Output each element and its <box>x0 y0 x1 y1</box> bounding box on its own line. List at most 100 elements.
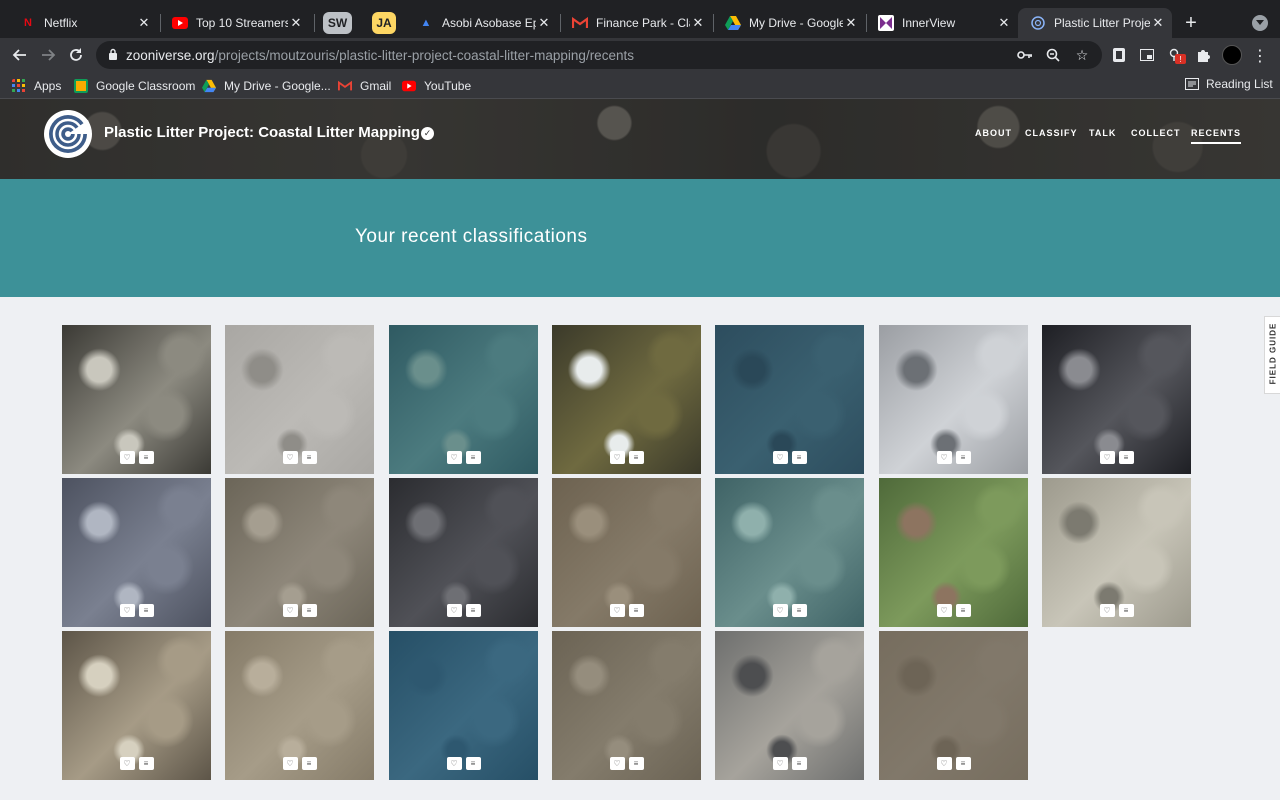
classification-card[interactable]: ♡ ≡ <box>552 478 701 627</box>
add-to-collection-icon[interactable]: ≡ <box>955 604 971 617</box>
close-icon[interactable]: ✕ <box>690 15 706 31</box>
tab-netflix[interactable]: N Netflix ✕ <box>8 8 158 38</box>
classification-card[interactable]: ♡ ≡ <box>1042 478 1191 627</box>
classification-card[interactable]: ♡ ≡ <box>879 325 1028 474</box>
puzzle-icon[interactable] <box>1195 47 1211 63</box>
back-button[interactable] <box>8 43 32 67</box>
tab-asobi-asobase[interactable]: ▲ Asobi Asobase Epi ✕ <box>406 8 558 38</box>
close-icon[interactable]: ✕ <box>843 15 859 31</box>
profile-avatar[interactable] <box>1222 45 1242 65</box>
favorite-heart-icon[interactable]: ♡ <box>282 604 298 617</box>
more-options-icon[interactable]: ⋮ <box>1252 46 1268 66</box>
favorite-heart-icon[interactable]: ♡ <box>609 451 625 464</box>
tab-innerview[interactable]: InnerView ✕ <box>866 8 1018 38</box>
favorite-heart-icon[interactable]: ♡ <box>119 604 135 617</box>
address-bar[interactable]: zooniverse.org/projects/moutzouris/plast… <box>96 41 1102 69</box>
close-icon[interactable]: ✕ <box>996 15 1012 31</box>
tab-group-ja[interactable]: JA <box>372 12 396 34</box>
favorite-heart-icon[interactable]: ♡ <box>772 757 788 770</box>
add-to-collection-icon[interactable]: ≡ <box>138 604 154 617</box>
project-title[interactable]: Plastic Litter Project: Coastal Litter M… <box>104 124 420 141</box>
favorite-heart-icon[interactable]: ♡ <box>936 451 952 464</box>
new-tab-button[interactable]: + <box>1180 12 1202 34</box>
project-logo[interactable] <box>44 110 92 158</box>
add-to-collection-icon[interactable]: ≡ <box>1118 451 1134 464</box>
classification-card[interactable]: ♡ ≡ <box>715 325 864 474</box>
favorite-heart-icon[interactable]: ♡ <box>936 604 952 617</box>
add-to-collection-icon[interactable]: ≡ <box>791 604 807 617</box>
nav-talk[interactable]: TALK <box>1089 128 1116 138</box>
reload-button[interactable] <box>64 43 88 67</box>
nav-classify[interactable]: CLASSIFY <box>1025 128 1078 138</box>
favorite-heart-icon[interactable]: ♡ <box>1099 451 1115 464</box>
classification-card[interactable]: ♡ ≡ <box>389 325 538 474</box>
add-to-collection-icon[interactable]: ≡ <box>628 604 644 617</box>
favorite-heart-icon[interactable]: ♡ <box>772 451 788 464</box>
favorite-heart-icon[interactable]: ♡ <box>446 451 462 464</box>
classification-card[interactable]: ♡ ≡ <box>1042 325 1191 474</box>
add-to-collection-icon[interactable]: ≡ <box>628 451 644 464</box>
bookmark-google-classroom[interactable]: Google Classroom <box>74 77 195 94</box>
classification-card[interactable]: ♡ ≡ <box>225 478 374 627</box>
classification-card[interactable]: ♡ ≡ <box>552 325 701 474</box>
add-to-collection-icon[interactable]: ≡ <box>465 604 481 617</box>
picture-in-picture-icon[interactable] <box>1139 47 1155 63</box>
zoom-icon[interactable] <box>1044 46 1062 64</box>
favorite-heart-icon[interactable]: ♡ <box>609 757 625 770</box>
bookmark-my-drive[interactable]: My Drive - Google... <box>202 77 331 94</box>
add-to-collection-icon[interactable]: ≡ <box>465 757 481 770</box>
tab-top-10-streamers[interactable]: Top 10 Streamers C ✕ <box>160 8 310 38</box>
favorite-heart-icon[interactable]: ♡ <box>282 757 298 770</box>
favorite-heart-icon[interactable]: ♡ <box>282 451 298 464</box>
favorite-heart-icon[interactable]: ♡ <box>446 757 462 770</box>
favorite-heart-icon[interactable]: ♡ <box>446 604 462 617</box>
classification-card[interactable]: ♡ ≡ <box>62 631 211 780</box>
close-icon[interactable]: ✕ <box>136 15 152 31</box>
classification-card[interactable]: ♡ ≡ <box>879 631 1028 780</box>
close-icon[interactable]: ✕ <box>1150 15 1166 31</box>
field-guide-tab[interactable]: FIELD GUIDE <box>1264 316 1280 394</box>
close-icon[interactable]: ✕ <box>288 15 304 31</box>
classification-card[interactable]: ♡ ≡ <box>389 631 538 780</box>
tab-my-drive[interactable]: My Drive - Google ✕ <box>713 8 865 38</box>
favorite-heart-icon[interactable]: ♡ <box>1099 604 1115 617</box>
close-icon[interactable]: ✕ <box>536 15 552 31</box>
forward-button[interactable] <box>36 43 60 67</box>
tab-finance-park[interactable]: Finance Park - Cla ✕ <box>560 8 712 38</box>
tab-plastic-litter-project[interactable]: Plastic Litter Projec ✕ <box>1018 8 1172 38</box>
classification-card[interactable]: ♡ ≡ <box>62 325 211 474</box>
add-to-collection-icon[interactable]: ≡ <box>138 757 154 770</box>
add-to-collection-icon[interactable]: ≡ <box>301 451 317 464</box>
classification-card[interactable]: ♡ ≡ <box>879 478 1028 627</box>
classification-card[interactable]: ♡ ≡ <box>389 478 538 627</box>
tab-group-sw[interactable]: SW <box>323 12 352 34</box>
add-to-collection-icon[interactable]: ≡ <box>301 604 317 617</box>
add-to-collection-icon[interactable]: ≡ <box>138 451 154 464</box>
add-to-collection-icon[interactable]: ≡ <box>955 757 971 770</box>
add-to-collection-icon[interactable]: ≡ <box>791 757 807 770</box>
add-to-collection-icon[interactable]: ≡ <box>301 757 317 770</box>
classification-card[interactable]: ♡ ≡ <box>225 325 374 474</box>
favorite-heart-icon[interactable]: ♡ <box>119 757 135 770</box>
tab-search-button[interactable] <box>1252 15 1268 31</box>
bookmark-gmail[interactable]: Gmail <box>338 77 391 94</box>
classification-card[interactable]: ♡ ≡ <box>225 631 374 780</box>
nav-collect[interactable]: COLLECT <box>1131 128 1181 138</box>
favorite-heart-icon[interactable]: ♡ <box>772 604 788 617</box>
classification-card[interactable]: ♡ ≡ <box>715 478 864 627</box>
favorite-heart-icon[interactable]: ♡ <box>609 604 625 617</box>
nav-about[interactable]: ABOUT <box>975 128 1012 138</box>
add-to-collection-icon[interactable]: ≡ <box>791 451 807 464</box>
bookmark-apps[interactable]: Apps <box>12 77 61 94</box>
add-to-collection-icon[interactable]: ≡ <box>1118 604 1134 617</box>
nav-recents[interactable]: RECENTS <box>1191 128 1242 144</box>
classification-card[interactable]: ♡ ≡ <box>552 631 701 780</box>
bookmark-youtube[interactable]: YouTube <box>402 77 471 94</box>
add-to-collection-icon[interactable]: ≡ <box>628 757 644 770</box>
extension-icon[interactable] <box>1111 47 1127 63</box>
favorite-heart-icon[interactable]: ♡ <box>119 451 135 464</box>
star-icon[interactable]: ☆ <box>1073 46 1091 64</box>
reading-list-button[interactable]: Reading List <box>1185 77 1273 91</box>
key-icon[interactable] <box>1016 46 1034 64</box>
classification-card[interactable]: ♡ ≡ <box>62 478 211 627</box>
